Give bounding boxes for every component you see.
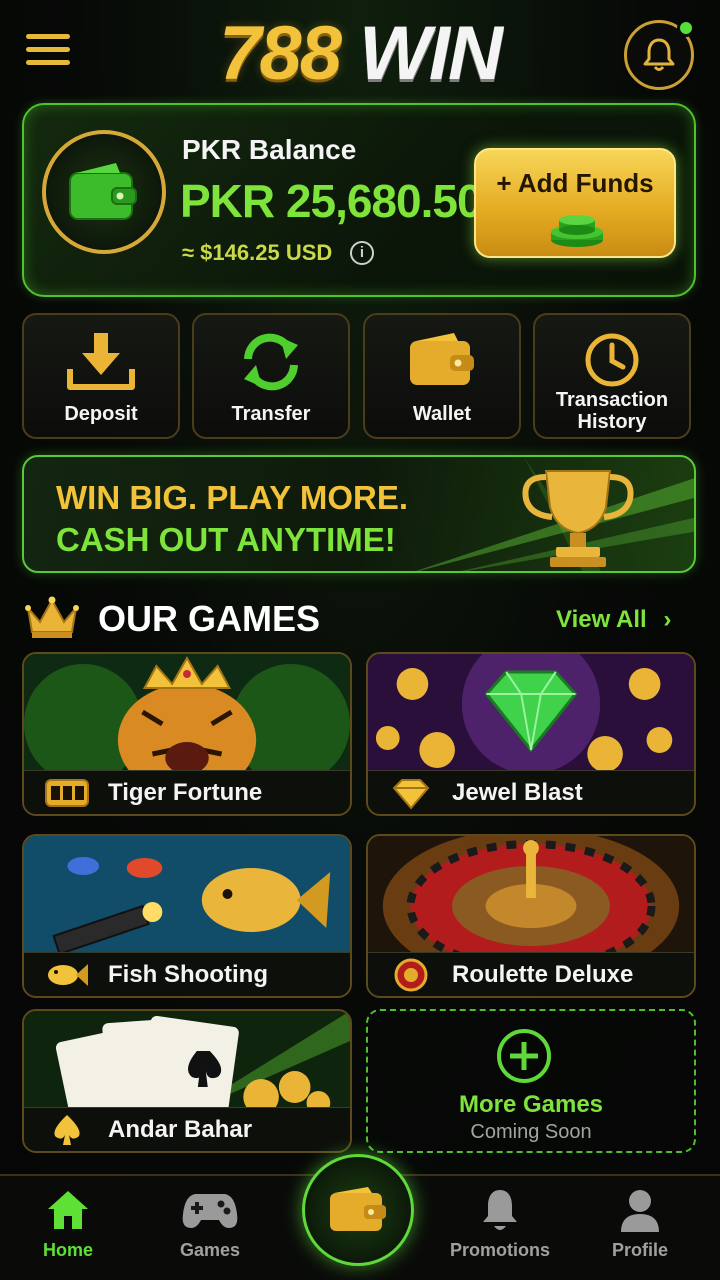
view-all-link[interactable]: View All › [556,606,671,634]
coins-icon [551,215,603,247]
game-bar: Andar Bahar [24,1107,350,1151]
game-card-fish-shooting[interactable]: Fish Shooting [22,834,352,998]
more-games-card[interactable]: More Games Coming Soon [366,1009,696,1153]
nav-games[interactable]: Games [150,1188,270,1268]
spade-icon [54,1115,80,1145]
nav-promotions-label: Promotions [449,1240,550,1260]
home-icon [48,1191,88,1229]
wallet-icon [410,333,474,385]
promo-banner[interactable]: WIN BIG. PLAY MORE. CASH OUT ANYTIME! [22,455,696,573]
nav-home-label: Home [42,1240,93,1260]
game-name: Tiger Fortune [108,779,263,806]
game-bar: Fish Shooting [24,952,350,996]
wallet-button[interactable]: Wallet [363,313,521,439]
wallet-icon [330,1187,386,1231]
notification-dot [677,19,695,37]
fish-shooting-artwork [24,836,350,960]
balance-usd: ≈ $146.25 USD [182,240,333,265]
promo-line-1: WIN BIG. PLAY MORE. [56,479,409,516]
nav-promotions[interactable]: Promotions [440,1188,560,1268]
games-section-title: OUR GAMES [98,598,321,639]
nav-profile[interactable]: Profile [580,1188,700,1268]
app-logo: 788 WIN [0,10,720,97]
game-name: Roulette Deluxe [452,961,634,988]
balance-label: PKR Balance [182,134,357,165]
game-card-tiger-fortune[interactable]: Tiger Fortune [22,652,352,816]
nav-profile-label: Profile [611,1240,668,1260]
jewel-blast-artwork [368,654,694,778]
transfer-label: Transfer [231,403,311,425]
add-funds-label: + Add Funds [496,168,654,198]
clock-icon [585,333,639,387]
tiger-fortune-artwork [24,654,350,778]
fish-icon [48,964,88,986]
diamond-icon [392,779,430,810]
more-games-title: More Games [458,1091,604,1118]
nav-home[interactable]: Home [8,1188,128,1268]
user-icon [621,1190,659,1232]
crown-icon [25,596,79,638]
game-bar: Tiger Fortune [24,770,350,814]
logo-word: WIN [359,11,503,96]
deposit-button[interactable]: Deposit [22,313,180,439]
refresh-arrows-icon [244,333,298,391]
game-card-jewel-blast[interactable]: Jewel Blast [366,652,696,816]
logo-number: 788 [219,11,342,96]
add-funds-button[interactable]: + Add Funds [474,148,676,258]
game-card-andar-bahar[interactable]: Andar Bahar [22,1009,352,1153]
balance-wallet-icon [42,130,166,254]
roulette-wheel-icon [394,958,428,992]
chevron-right-icon: › [663,606,672,633]
game-bar: Roulette Deluxe [368,952,694,996]
wallet-label: Wallet [412,403,472,425]
game-name: Fish Shooting [108,961,268,988]
download-tray-icon [67,333,135,390]
transaction-history-label: Transaction History [555,389,669,433]
plus-circle-icon [497,1029,551,1083]
roulette-deluxe-artwork [368,836,694,960]
andar-bahar-artwork [24,1011,350,1115]
nav-games-label: Games [179,1240,241,1260]
slot-machine-icon [45,779,89,807]
balance-amount: PKR 25,680.50 [180,175,483,227]
gamepad-icon [182,1194,238,1228]
trophy-icon [522,470,634,567]
promo-line-2: CASH OUT ANYTIME! [56,521,396,558]
transaction-history-button[interactable]: Transaction History [533,313,691,439]
transfer-button[interactable]: Transfer [192,313,350,439]
info-icon[interactable]: i [350,241,374,265]
deposit-label: Deposit [64,403,138,425]
bell-icon [643,38,675,71]
bell-icon [483,1190,517,1230]
game-bar: Jewel Blast [368,770,694,814]
center-wallet-button[interactable] [302,1154,414,1266]
game-card-roulette-deluxe[interactable]: Roulette Deluxe [366,834,696,998]
game-name: Jewel Blast [452,779,583,806]
more-games-subtitle: Coming Soon [470,1121,592,1143]
game-name: Andar Bahar [108,1116,253,1143]
